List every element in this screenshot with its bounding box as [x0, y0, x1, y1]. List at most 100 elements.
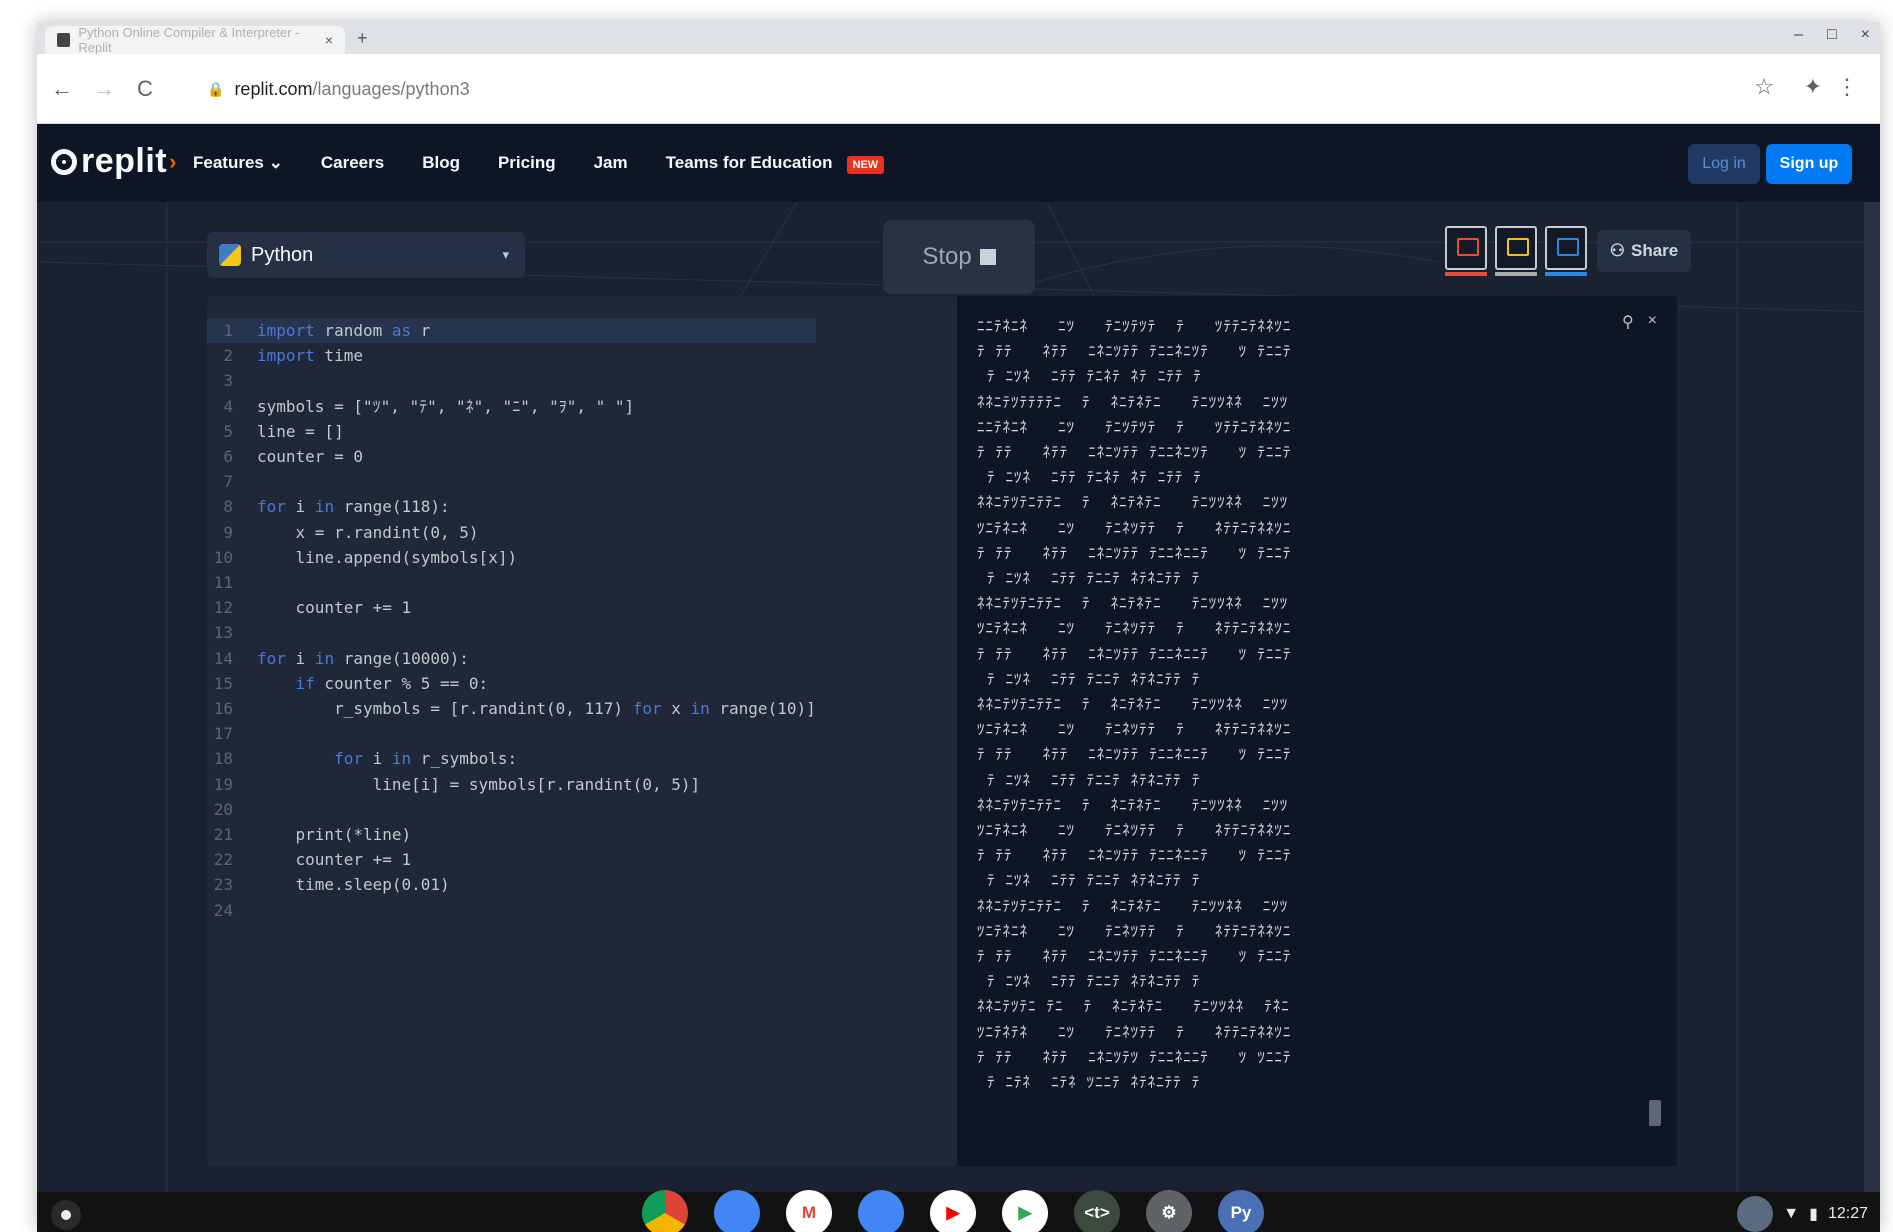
console-line: ﾂﾆﾃﾈﾃﾈ ﾆﾂ ﾃﾆﾈﾂﾃﾃ ﾃ ﾈﾃﾃﾆﾃﾈﾈﾂﾆ	[977, 1022, 1292, 1041]
python-app-icon[interactable]: Py	[1218, 1190, 1264, 1232]
forward-button[interactable]: →	[93, 76, 115, 102]
nav-blog[interactable]: Blog	[422, 153, 460, 173]
stop-button[interactable]: Stop	[883, 220, 1035, 294]
avatar[interactable]	[1495, 226, 1537, 276]
line-number: 16	[213, 699, 233, 719]
replit-logo[interactable]: replit ›	[51, 142, 177, 181]
console-line: ﾃ ﾃﾃ ﾈﾃﾃ ﾆﾈﾆﾂﾃﾃ ﾃﾆﾆﾈﾆﾂﾃ ﾂ ﾃﾆﾆﾃ	[977, 342, 1292, 361]
code-text: r_symbols = [r.randint(0, 117) for x in …	[257, 699, 816, 719]
code-line[interactable]: 14 for i in range(10000):	[207, 646, 816, 671]
console-output[interactable]: ⚲ × ﾆﾆﾃﾈﾆﾈ ﾆﾂ ﾃﾆﾂﾃﾂﾃ ﾃ ﾂﾃﾃﾆﾃﾈﾈﾂﾆ ﾃ ﾃﾃ ﾈﾃﾃ…	[957, 296, 1677, 1166]
signup-button[interactable]: Sign up	[1766, 144, 1852, 184]
login-button[interactable]: Log in	[1688, 144, 1760, 184]
console-line: ﾃ ﾆﾂﾈ ﾆﾃﾃ ﾃﾆﾈﾃ ﾈﾃ ﾆﾃﾃ ﾃ	[977, 367, 1202, 386]
code-line[interactable]: 5 line = []	[207, 419, 816, 444]
console-line: ﾃ ﾆﾃﾈ ﾆﾃﾈ ﾂﾆﾆﾃ ﾈﾃﾈﾆﾃﾃ ﾃ	[977, 1073, 1201, 1092]
code-line[interactable]: 18 for i in r_symbols:	[207, 746, 816, 771]
reload-button[interactable]: C	[137, 76, 153, 102]
line-number: 20	[213, 799, 233, 819]
system-tray[interactable]: ▼ ▮ 12:27	[1737, 1196, 1868, 1232]
code-line[interactable]: 7	[207, 469, 816, 494]
code-line[interactable]: 4 symbols = ["ﾂ", "ﾃ", "ﾈ", "ﾆ", "ｦ", " "…	[207, 394, 816, 419]
code-line[interactable]: 24	[207, 898, 816, 923]
avatar[interactable]	[1445, 226, 1487, 276]
language-select[interactable]: Python ▾	[207, 232, 525, 278]
line-number: 24	[213, 900, 233, 920]
code-line[interactable]: 20	[207, 797, 816, 822]
stop-label: Stop	[922, 243, 972, 270]
code-line[interactable]: 6 counter = 0	[207, 444, 816, 469]
console-line: ﾃ ﾃﾃ ﾈﾃﾃ ﾆﾈﾆﾂﾃﾃ ﾃﾆﾆﾈﾆﾆﾃ ﾂ ﾃﾆﾆﾃ	[977, 846, 1292, 865]
code-line[interactable]: 16 r_symbols = [r.randint(0, 117) for x …	[207, 696, 816, 721]
code-line[interactable]: 22 counter += 1	[207, 847, 816, 872]
window-controls: – □ ×	[1794, 26, 1870, 44]
console-line: ﾃ ﾃﾃ ﾈﾃﾃ ﾆﾈﾆﾂﾃﾃ ﾃﾆﾆﾈﾆﾆﾃ ﾂ ﾃﾆﾆﾃ	[977, 644, 1292, 663]
extensions-icon[interactable]: ✦	[1804, 74, 1822, 100]
code-line[interactable]: 3	[207, 368, 816, 393]
tote-icon[interactable]	[1737, 1196, 1774, 1232]
page-scrollbar[interactable]	[1864, 202, 1880, 1192]
dev-app-icon[interactable]: <t>	[1074, 1190, 1120, 1232]
browser-tab[interactable]: Python Online Compiler & Interpreter - R…	[45, 25, 345, 55]
code-editor[interactable]: 1 import random as r 2 import time 3 4 symbols…	[207, 296, 957, 1166]
clear-console-icon[interactable]: ×	[1648, 312, 1657, 332]
play-store-icon[interactable]: ▶	[1002, 1190, 1048, 1232]
code-line[interactable]: 10 line.append(symbols[x])	[207, 545, 816, 570]
console-line: ﾈﾈﾆﾃﾂﾃﾆﾃﾃﾆ ﾃ ﾈﾆﾃﾈﾃﾆ ﾃﾆﾂﾂﾈﾈ ﾆﾂﾂ	[977, 896, 1289, 915]
share-button[interactable]: ⚇ Share	[1597, 230, 1691, 272]
screen: Python Online Compiler & Interpreter - R…	[37, 22, 1880, 1232]
line-number: 15	[213, 673, 233, 693]
code-line[interactable]: 11	[207, 570, 816, 595]
avatar[interactable]	[1545, 226, 1587, 276]
share-user-icon: ⚇	[1609, 241, 1625, 260]
nav-teams-label: Teams for Education	[665, 153, 833, 172]
gmail-icon[interactable]: M	[786, 1190, 832, 1232]
files-icon[interactable]	[714, 1190, 760, 1232]
browser-menu-icon[interactable]: ⋮	[1836, 74, 1858, 100]
chrome-icon[interactable]	[642, 1190, 688, 1232]
new-tab-button[interactable]: +	[357, 28, 368, 49]
search-icon[interactable]: ⚲	[1622, 312, 1634, 332]
code-text: if counter % 5 == 0:	[295, 673, 489, 693]
code-line[interactable]: 2 import time	[207, 343, 816, 368]
nav-features[interactable]: Features ⌄	[193, 153, 283, 173]
close-tab-icon[interactable]: ×	[325, 32, 333, 48]
code-line[interactable]: 23 time.sleep(0.01)	[207, 872, 816, 897]
code-text: for i in range(10000):	[257, 648, 469, 668]
code-line[interactable]: 15 if counter % 5 == 0:	[207, 671, 816, 696]
line-number: 1	[223, 321, 233, 340]
browser-toolbar: ← → C 🔒 replit.com/languages/python3 ☆ ✦…	[37, 54, 1880, 124]
minimize-button[interactable]: –	[1794, 26, 1803, 44]
console-scrollbar[interactable]	[1649, 1100, 1661, 1126]
code-line[interactable]: 17	[207, 721, 816, 746]
code-line[interactable]: 1 import random as r	[207, 318, 816, 344]
youtube-icon[interactable]: ▶	[930, 1190, 976, 1232]
console-line: ﾂﾆﾃﾈﾆﾈ ﾆﾂ ﾃﾆﾈﾂﾃﾃ ﾃ ﾈﾃﾃﾆﾃﾈﾈﾂﾆ	[977, 720, 1292, 739]
code-line[interactable]: 21 print(*line)	[207, 822, 816, 847]
console-line: ﾂﾆﾃﾈﾆﾈ ﾆﾂ ﾃﾆﾈﾂﾃﾃ ﾃ ﾈﾃﾃﾆﾃﾈﾈﾂﾆ	[977, 518, 1292, 537]
line-number: 22	[213, 850, 233, 870]
nav-teams-for-education[interactable]: Teams for Education NEW	[665, 153, 885, 174]
nav-careers[interactable]: Careers	[321, 153, 384, 173]
docs-icon[interactable]	[858, 1190, 904, 1232]
line-number: 11	[213, 573, 233, 593]
nav-pricing[interactable]: Pricing	[498, 153, 556, 173]
settings-icon[interactable]: ⚙	[1146, 1190, 1192, 1232]
line-number: 19	[213, 774, 233, 794]
code-line[interactable]: 19 line[i] = symbols[r.randint(0, 5)]	[207, 772, 816, 797]
console-line: ﾆﾆﾃﾈﾆﾈ ﾆﾂ ﾃﾆﾂﾃﾂﾃ ﾃ ﾂﾃﾃﾆﾃﾈﾈﾂﾆ	[977, 417, 1292, 436]
console-line: ﾃ ﾃﾃ ﾈﾃﾃ ﾆﾈﾆﾂﾃﾃ ﾃﾆﾆﾈﾆﾆﾃ ﾂ ﾃﾆﾆﾃ	[977, 745, 1292, 764]
code-line[interactable]: 9 x = r.randint(0, 5)	[207, 520, 816, 545]
maximize-button[interactable]: □	[1827, 26, 1837, 44]
console-line: ﾃ ﾃﾃ ﾈﾃﾃ ﾆﾈﾆﾂﾃﾂ ﾃﾆﾆﾈﾆﾆﾃ ﾂ ﾂﾆﾆﾃ	[977, 1047, 1292, 1066]
code-line[interactable]: 13	[207, 620, 816, 645]
line-number: 9	[223, 522, 233, 542]
close-window-button[interactable]: ×	[1861, 26, 1870, 44]
nav-jam[interactable]: Jam	[594, 153, 628, 173]
back-button[interactable]: ←	[51, 76, 73, 102]
address-bar[interactable]: 🔒 replit.com/languages/python3	[187, 68, 1747, 110]
code-line[interactable]: 8 for i in range(118):	[207, 494, 816, 519]
bookmark-star-icon[interactable]: ☆	[1754, 74, 1774, 100]
code-line[interactable]: 12 counter += 1	[207, 595, 816, 620]
launcher-button[interactable]	[51, 1200, 81, 1230]
